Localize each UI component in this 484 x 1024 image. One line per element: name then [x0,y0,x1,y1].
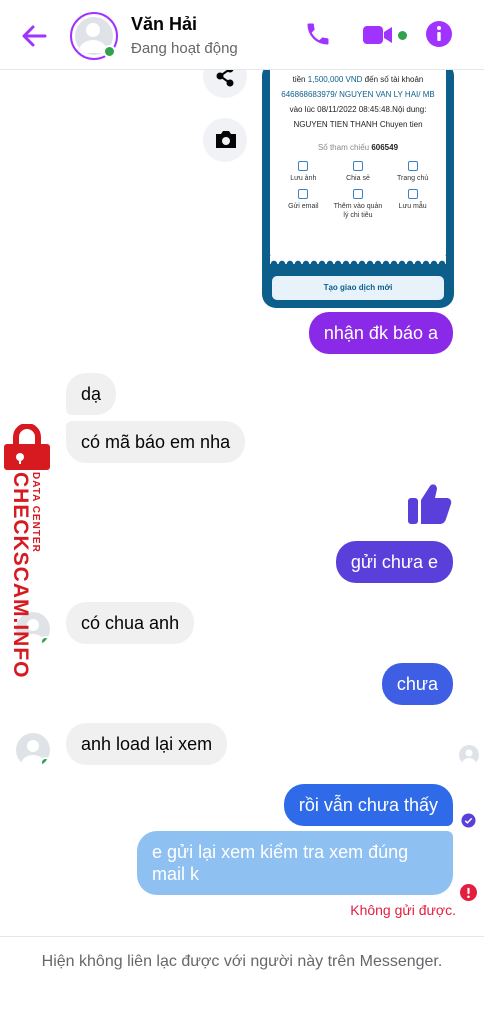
receipt-action-home: Trang chủ [387,161,439,183]
image-icon [298,161,309,171]
online-indicator [40,757,50,767]
message-bubble-in[interactable]: có mã báo em nha [66,421,246,463]
receipt-content: NGUYEN TIEN THANH Chuyen tien [293,120,423,129]
message-bubble-out[interactable]: rồi vẫn chưa thấy [283,784,453,826]
conversation-header: Văn Hải Đang hoạt động [0,0,484,70]
new-transaction-button: Tạo giao dịch mới [272,276,444,300]
watermark-sub: DATA CENTER [30,472,41,553]
document-icon [407,189,418,199]
delivered-check-icon [461,813,476,828]
receipt-amount-line: tiền 1,500,000 VND đến số tài khoản [292,75,424,84]
back-arrow-icon[interactable] [18,20,50,52]
message-bubble-in[interactable]: dạ [66,373,117,415]
online-indicator [103,45,116,58]
transfer-receipt-image[interactable]: tiền 1,500,000 VND đến số tài khoản 6468… [262,62,454,308]
seen-avatar-icon [459,745,479,765]
message-bubble-in[interactable]: anh load lại xem [66,723,228,765]
home-icon [407,161,418,171]
receipt-paper: tiền 1,500,000 VND đến số tài khoản 6468… [270,62,446,258]
message-bubble-in[interactable]: có chua anh [66,602,195,644]
share-icon [352,161,363,171]
send-error-text: Không gửi được. [350,902,456,918]
failed-message-bubble[interactable]: e gửi lại xem kiểm tra xem đúng mail k [137,831,453,895]
message-bubble-out[interactable]: gửi chưa e [335,541,453,583]
receipt-ref: Số tham chiếu 606549 [317,143,399,152]
mail-icon [298,189,309,199]
camera-icon [216,131,236,148]
receipt-action-save: Lưu ảnh [277,161,329,183]
receipt-time: vào lúc 08/11/2022 08:45:48.Nội dung: [289,105,427,114]
watermark-site: CHECKSCAM.INFO [9,472,32,679]
unavailable-notice: Hiện không liên lạc được với người này t… [0,936,484,1024]
contact-status: Đang hoạt động [131,40,238,57]
camera-button[interactable] [203,118,247,162]
message-bubble-out[interactable]: chưa [381,663,453,705]
info-icon[interactable] [425,20,453,48]
error-icon[interactable] [460,884,477,901]
contact-name[interactable]: Văn Hải [131,14,197,35]
padlock-icon [4,424,50,470]
receipt-account: 646868683979/ NGUYEN VAN LY HAI/ MB [281,90,435,99]
video-active-dot [398,31,407,40]
phone-icon[interactable] [304,20,332,48]
contact-avatar[interactable] [70,12,118,60]
watermark: CHECKSCAM.INFO DATA CENTER [0,424,52,679]
thumbs-up-icon[interactable] [404,478,456,528]
receipt-action-expense: Thêm vào quản lý chi tiêu [332,189,384,220]
receipt-tear-edge [270,256,446,264]
message-bubble-out[interactable]: nhận đk báo a [308,312,453,354]
receipt-action-email: Gửi email [277,189,329,220]
video-call-icon[interactable] [362,22,396,48]
receipt-action-template: Lưu mẫu [387,189,439,220]
receipt-action-share: Chia sẻ [332,161,384,183]
sender-avatar[interactable] [16,733,50,767]
wallet-icon [352,189,363,199]
